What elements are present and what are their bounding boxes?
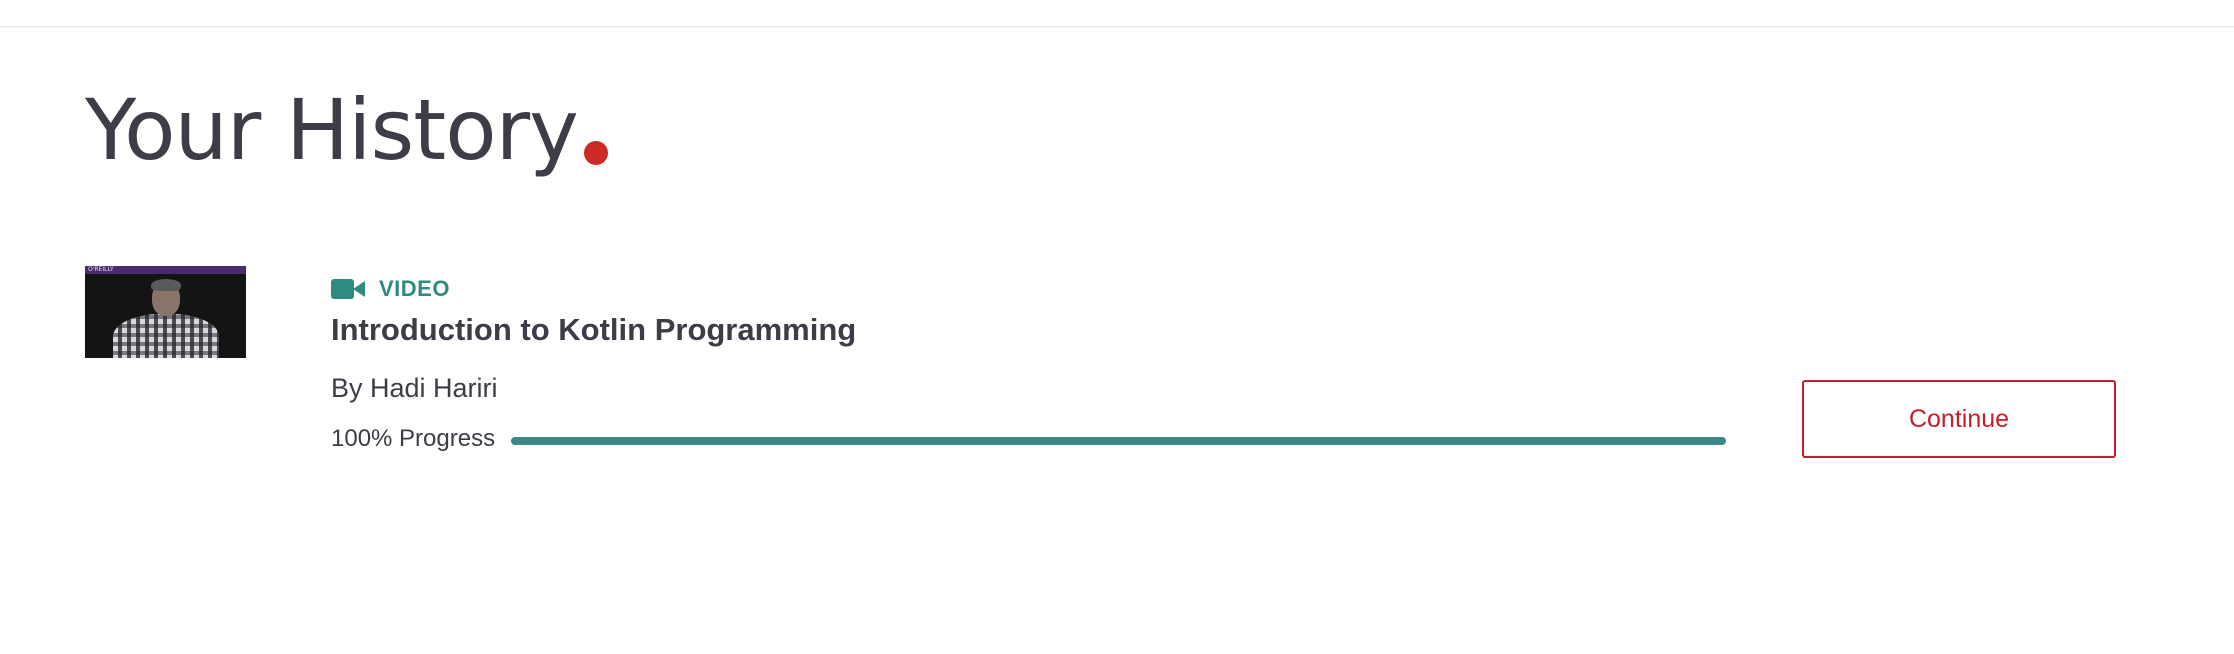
progress-bar [511,437,1727,445]
thumbnail-brand-logo: O'REILLY [88,266,114,273]
content-type-label: VIDEO [379,276,450,301]
video-camera-icon [331,279,365,299]
history-item-details: VIDEO Introduction to Kotlin Programming… [331,266,1811,466]
content-type: VIDEO [331,274,450,304]
course-author: By Hadi Hariri [331,373,498,403]
top-divider [0,26,2234,27]
page-title-text: Your History [85,81,579,179]
thumbnail-presenter-hair [151,279,181,291]
history-item: O'REILLY VIDEO Introduction to Kotlin Pr… [85,266,2125,466]
progress-bar-fill [511,437,1727,445]
page-title: Your History [85,80,608,180]
continue-button[interactable]: Continue [1802,380,2116,458]
course-title[interactable]: Introduction to Kotlin Programming [331,310,856,350]
title-accent-dot [583,141,608,165]
course-thumbnail[interactable]: O'REILLY [85,266,246,358]
thumbnail-presenter-shirt [113,314,219,358]
progress-row: 100% Progress [331,424,1727,454]
progress-label: 100% Progress [331,425,496,452]
